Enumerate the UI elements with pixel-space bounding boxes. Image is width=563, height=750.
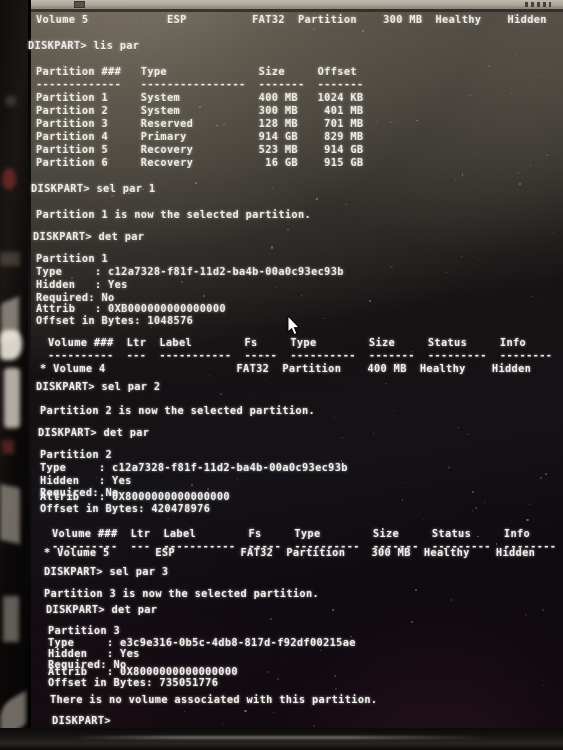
console-line: There is no volume associated with this … — [50, 694, 378, 706]
console-line: Attrib : 0XB000000000000000 — [36, 303, 226, 315]
console-line: Partition 2 is now the selected partitio… — [40, 405, 316, 417]
console-line: * Volume 4 FAT32 Partition 400 MB Health… — [40, 363, 532, 375]
console-line: DISKPART> sel par 1 — [31, 183, 156, 195]
mouse-pointer-icon — [287, 316, 300, 336]
bezel-reflection — [4, 368, 20, 428]
console-line: Partition ### Type Size Offset — [36, 66, 357, 78]
console-line: Hidden : Yes — [40, 475, 132, 487]
console-line: Partition 3 — [48, 625, 121, 637]
console-line: DISKPART> lis par — [28, 40, 140, 52]
console-line: Partition 2 — [40, 449, 113, 461]
console-line: Partition 5 Recovery 523 MB 914 GB — [36, 144, 364, 156]
laptop-bezel-left — [0, 0, 30, 750]
console-line: DISKPART> det par — [38, 427, 150, 439]
bezel-reflection — [3, 596, 19, 642]
bezel-reflection — [0, 252, 20, 266]
console-line: Partition 1 System 400 MB 1024 KB — [36, 92, 364, 104]
console-line: DISKPART> sel par 2 — [36, 381, 161, 393]
laptop-bezel-bottom — [0, 728, 563, 750]
bezel-reflection — [0, 483, 20, 545]
console-line: DISKPART> sel par 3 — [44, 566, 169, 578]
console-line: Partition 1 is now the selected partitio… — [36, 209, 312, 221]
console-line: * Volume 5 ESP FAT32 Partition 300 MB He… — [44, 547, 536, 559]
photo-of-screen: Volume 5 ESP FAT32 Partition 300 MB Heal… — [0, 0, 563, 750]
console-line: Volume ### Ltr Label Fs Type Size Status… — [48, 337, 527, 349]
screen-inner-edge — [28, 0, 31, 750]
console-line: Partition 1 — [36, 253, 109, 265]
console-line: Partition 6 Recovery 16 GB 915 GB — [36, 157, 364, 169]
top-window-strip — [30, 0, 563, 9]
console-line: ---------- --- ----------- ----- -------… — [48, 350, 553, 362]
console-line: Attrib : 0X8000000000000000 — [40, 491, 230, 503]
console-line: Partition 3 Reserved 128 MB 701 MB — [36, 118, 364, 130]
console-line: Partition 3 is now the selected partitio… — [44, 588, 320, 600]
console-line: Volume 5 ESP FAT32 Partition 300 MB Heal… — [36, 14, 547, 26]
console-line: DISKPART> det par — [33, 231, 145, 243]
console-line: DISKPART> — [52, 715, 111, 727]
console-line: DISKPART> det par — [46, 604, 158, 616]
console-line: Hidden : Yes — [36, 279, 128, 291]
console-line: Partition 2 System 300 MB 401 MB — [36, 105, 364, 117]
bezel-reflection — [2, 168, 16, 190]
bezel-highlight — [70, 736, 490, 739]
console-line: Type : c12a7328-f81f-11d2-ba4b-00a0c93ec… — [40, 462, 348, 474]
console-line: Partition 4 Primary 914 GB 829 MB — [36, 131, 364, 143]
top-strip-icon — [74, 1, 85, 8]
console-line: Offset in Bytes: 1048576 — [36, 315, 194, 327]
console-line: Offset in Bytes: 420478976 — [40, 503, 211, 515]
console-line: Offset in Bytes: 735051776 — [48, 677, 219, 689]
bezel-reflection — [6, 96, 16, 106]
console-line: Type : c12a7328-f81f-11d2-ba4b-00a0c93ec… — [36, 266, 344, 278]
bezel-reflection — [0, 330, 22, 360]
bezel-reflection — [2, 440, 14, 454]
top-strip-dots — [525, 2, 551, 7]
console-line: Volume ### Ltr Label Fs Type Size Status… — [52, 528, 531, 540]
console-line: ------------- ---------------- ------- -… — [36, 79, 364, 91]
top-strip-shadow — [30, 9, 563, 12]
